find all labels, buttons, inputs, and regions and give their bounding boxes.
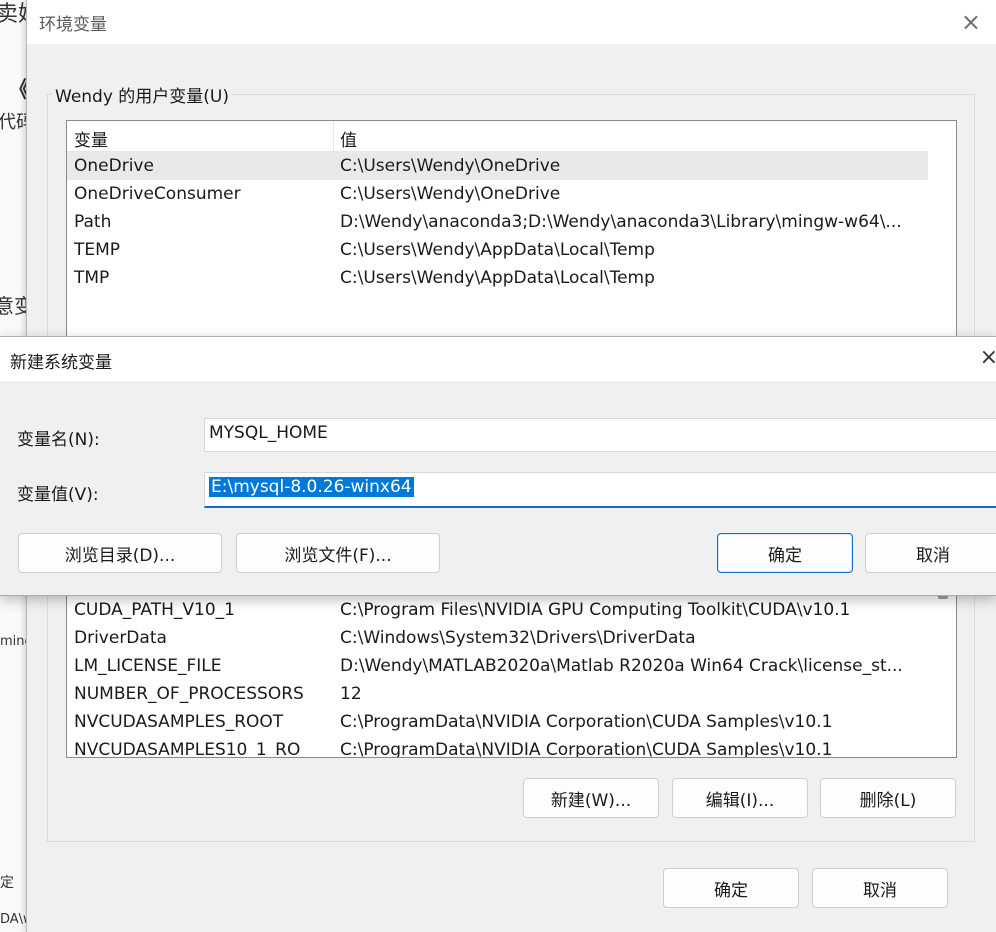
column-divider[interactable]: [333, 121, 334, 151]
var-value: 12: [340, 684, 362, 704]
delete-variable-button[interactable]: 删除(L): [820, 778, 956, 818]
ok-button[interactable]: 确定: [663, 868, 799, 908]
table-row[interactable]: TMP C:\Users\Wendy\AppData\Local\Temp: [67, 264, 928, 292]
variable-name-label: 变量名(N):: [17, 430, 100, 450]
browse-file-button[interactable]: 浏览文件(F)...: [236, 533, 440, 573]
table-row[interactable]: NVCUDASAMPLES10_1_RO C:\ProgramData\NVID…: [67, 736, 928, 758]
table-row[interactable]: Path D:\Wendy\anaconda3;D:\Wendy\anacond…: [67, 208, 928, 236]
var-name: CUDA_PATH_V10_1: [74, 600, 235, 620]
browse-directory-button[interactable]: 浏览目录(D)...: [18, 533, 222, 573]
edit-variable-button[interactable]: 编辑(I)...: [672, 778, 808, 818]
close-icon[interactable]: ×: [980, 345, 996, 370]
var-value: C:\ProgramData\NVIDIA Corporation\CUDA S…: [340, 712, 833, 732]
var-value: C:\Users\Wendy\AppData\Local\Temp: [340, 240, 655, 260]
env-window-title: 环境变量: [39, 15, 107, 35]
var-name: OneDriveConsumer: [74, 184, 241, 204]
variable-name-input[interactable]: MYSQL_HOME: [204, 418, 996, 452]
table-row[interactable]: NVCUDASAMPLES_ROOT C:\ProgramData\NVIDIA…: [67, 708, 928, 736]
system-vars-list[interactable]: CUDA_PATH_V10_1 C:\Program Files\NVIDIA …: [66, 580, 957, 758]
table-row[interactable]: DriverData C:\Windows\System32\Drivers\D…: [67, 624, 928, 652]
dialog-titlebar: 新建系统变量 ×: [0, 337, 996, 381]
var-value: C:\Users\Wendy\OneDrive: [340, 184, 561, 204]
close-icon[interactable]: ×: [961, 8, 981, 36]
var-name: LM_LICENSE_FILE: [74, 656, 222, 676]
user-vars-group-label: Wendy 的用户变量(U): [52, 82, 233, 107]
var-value: D:\Wendy\anaconda3;D:\Wendy\anaconda3\Li…: [340, 212, 902, 232]
bg-text-fragment: 定: [0, 875, 14, 891]
env-window-titlebar: 环境变量 ×: [27, 0, 996, 44]
table-row[interactable]: OneDrive C:\Users\Wendy\OneDrive: [67, 152, 928, 180]
table-row[interactable]: TEMP C:\Users\Wendy\AppData\Local\Temp: [67, 236, 928, 264]
var-value: C:\Windows\System32\Drivers\DriverData: [340, 628, 696, 648]
var-name: TEMP: [74, 240, 121, 260]
var-value: C:\Users\Wendy\OneDrive: [340, 156, 561, 176]
var-name: NUMBER_OF_PROCESSORS: [74, 684, 304, 704]
var-name: NVCUDASAMPLES10_1_RO: [74, 740, 301, 758]
user-vars-list[interactable]: 变量 值 OneDrive C:\Users\Wendy\OneDrive On…: [66, 120, 957, 362]
cancel-button[interactable]: 取消: [812, 868, 948, 908]
new-system-variable-dialog: 新建系统变量 × 变量名(N): MYSQL_HOME 变量值(V): E:\m…: [0, 336, 996, 596]
column-header-value[interactable]: 值: [340, 126, 357, 151]
var-name: TMP: [74, 268, 110, 288]
var-value: C:\Program Files\NVIDIA GPU Computing To…: [340, 600, 851, 620]
var-name: NVCUDASAMPLES_ROOT: [74, 712, 284, 732]
variable-value-label: 变量值(V):: [17, 485, 99, 505]
dialog-title: 新建系统变量: [10, 353, 112, 373]
var-value: D:\Wendy\MATLAB2020a\Matlab R2020a Win64…: [340, 656, 903, 676]
variable-name-value: MYSQL_HOME: [209, 423, 328, 443]
variable-value-selection: E:\mysql-8.0.26-winx64: [209, 477, 414, 497]
variable-value-input[interactable]: E:\mysql-8.0.26-winx64: [204, 472, 996, 508]
dialog-cancel-button[interactable]: 取消: [865, 533, 996, 573]
table-row[interactable]: NUMBER_OF_PROCESSORS 12: [67, 680, 928, 708]
user-vars-header: 变量 值: [67, 121, 928, 152]
table-row[interactable]: LM_LICENSE_FILE D:\Wendy\MATLAB2020a\Mat…: [67, 652, 928, 680]
var-name: OneDrive: [74, 156, 154, 176]
var-value: C:\Users\Wendy\AppData\Local\Temp: [340, 268, 655, 288]
var-name: DriverData: [74, 628, 167, 648]
dialog-ok-button[interactable]: 确定: [717, 533, 853, 573]
column-header-name[interactable]: 变量: [74, 126, 108, 151]
var-name: Path: [74, 212, 112, 232]
table-row[interactable]: CUDA_PATH_V10_1 C:\Program Files\NVIDIA …: [67, 596, 928, 624]
var-value: C:\ProgramData\NVIDIA Corporation\CUDA S…: [340, 740, 833, 758]
new-variable-button[interactable]: 新建(W)...: [523, 778, 659, 818]
table-row[interactable]: OneDriveConsumer C:\Users\Wendy\OneDrive: [67, 180, 928, 208]
